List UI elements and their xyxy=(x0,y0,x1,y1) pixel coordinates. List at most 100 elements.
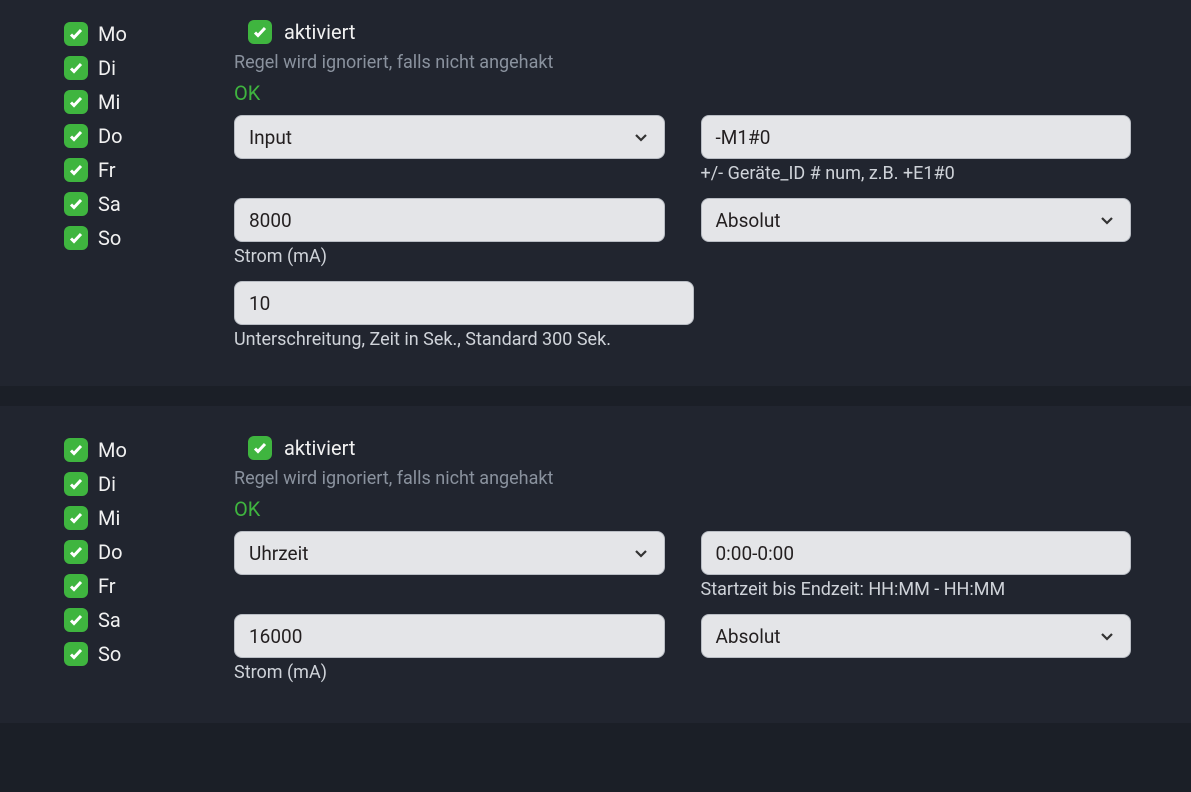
day-fr: Fr xyxy=(64,574,194,598)
day-mi: Mi xyxy=(64,506,194,530)
param-input[interactable]: 0:00-0:00 xyxy=(701,531,1132,575)
checkbox-mi[interactable] xyxy=(64,506,88,530)
check-icon xyxy=(68,26,84,42)
rule-card: Mo Di Mi Do Fr xyxy=(0,0,1191,386)
day-label: Di xyxy=(98,472,116,496)
check-icon xyxy=(68,510,84,526)
day-label: Mo xyxy=(98,22,127,46)
day-di: Di xyxy=(64,472,194,496)
day-so: So xyxy=(64,642,194,666)
check-icon xyxy=(68,442,84,458)
check-icon xyxy=(68,544,84,560)
day-label: Fr xyxy=(98,574,116,598)
check-icon xyxy=(68,162,84,178)
param-help: Startzeit bis Endzeit: HH:MM - HH:MM xyxy=(701,579,1132,600)
spacer xyxy=(234,163,665,184)
check-icon xyxy=(252,24,268,40)
days-column: Mo Di Mi Do Fr xyxy=(64,436,194,697)
rule-card: Mo Di Mi Do Fr xyxy=(0,406,1191,723)
day-label: Do xyxy=(98,124,123,148)
divider xyxy=(0,386,1191,406)
day-label: Fr xyxy=(98,158,116,182)
checkbox-so[interactable] xyxy=(64,642,88,666)
check-icon xyxy=(68,646,84,662)
day-label: So xyxy=(98,642,121,666)
day-label: Mo xyxy=(98,438,127,462)
active-help: Regel wird ignoriert, falls nicht angeha… xyxy=(234,468,1131,489)
current-value: 8000 xyxy=(249,209,292,232)
timeout-input[interactable]: 10 xyxy=(234,281,694,325)
status-text: OK xyxy=(234,497,1131,521)
mode-select-value: Absolut xyxy=(716,209,781,232)
type-select[interactable]: Input xyxy=(234,115,665,159)
active-row: aktiviert xyxy=(248,436,1131,460)
param-input[interactable]: -M1#0 xyxy=(701,115,1132,159)
chevron-down-icon xyxy=(1098,627,1116,645)
param-value: -M1#0 xyxy=(716,126,771,149)
check-icon xyxy=(68,128,84,144)
active-label: aktiviert xyxy=(284,20,355,44)
type-select-value: Input xyxy=(249,126,292,149)
current-input[interactable]: 16000 xyxy=(234,614,665,658)
spacer xyxy=(234,579,665,600)
type-select-value: Uhrzeit xyxy=(249,542,308,565)
day-sa: Sa xyxy=(64,192,194,216)
current-label: Strom (mA) xyxy=(234,246,665,267)
fields-column: aktiviert Regel wird ignoriert, falls ni… xyxy=(234,436,1131,697)
day-label: So xyxy=(98,226,121,250)
fields-column: aktiviert Regel wird ignoriert, falls ni… xyxy=(234,20,1131,360)
check-icon xyxy=(68,196,84,212)
day-label: Mi xyxy=(98,506,120,530)
day-fr: Fr xyxy=(64,158,194,182)
day-label: Di xyxy=(98,56,116,80)
day-so: So xyxy=(64,226,194,250)
chevron-down-icon xyxy=(632,544,650,562)
day-label: Sa xyxy=(98,608,121,632)
checkbox-sa[interactable] xyxy=(64,608,88,632)
day-mo: Mo xyxy=(64,22,194,46)
check-icon xyxy=(252,440,268,456)
days-column: Mo Di Mi Do Fr xyxy=(64,20,194,360)
chevron-down-icon xyxy=(632,128,650,146)
day-di: Di xyxy=(64,56,194,80)
checkbox-mo[interactable] xyxy=(64,438,88,462)
checkbox-active[interactable] xyxy=(248,436,272,460)
mode-select-value: Absolut xyxy=(716,625,781,648)
day-label: Sa xyxy=(98,192,121,216)
chevron-down-icon xyxy=(1098,211,1116,229)
current-value: 16000 xyxy=(249,625,302,648)
day-mo: Mo xyxy=(64,438,194,462)
day-do: Do xyxy=(64,124,194,148)
day-do: Do xyxy=(64,540,194,564)
checkbox-sa[interactable] xyxy=(64,192,88,216)
active-row: aktiviert xyxy=(248,20,1131,44)
checkbox-active[interactable] xyxy=(248,20,272,44)
day-label: Do xyxy=(98,540,123,564)
check-icon xyxy=(68,578,84,594)
current-input[interactable]: 8000 xyxy=(234,198,665,242)
checkbox-do[interactable] xyxy=(64,540,88,564)
checkbox-do[interactable] xyxy=(64,124,88,148)
checkbox-di[interactable] xyxy=(64,472,88,496)
checkbox-fr[interactable] xyxy=(64,158,88,182)
check-icon xyxy=(68,476,84,492)
current-label: Strom (mA) xyxy=(234,662,665,683)
active-help: Regel wird ignoriert, falls nicht angeha… xyxy=(234,52,1131,73)
day-sa: Sa xyxy=(64,608,194,632)
type-select[interactable]: Uhrzeit xyxy=(234,531,665,575)
day-mi: Mi xyxy=(64,90,194,114)
checkbox-fr[interactable] xyxy=(64,574,88,598)
checkbox-mi[interactable] xyxy=(64,90,88,114)
check-icon xyxy=(68,612,84,628)
status-text: OK xyxy=(234,81,1131,105)
mode-select[interactable]: Absolut xyxy=(701,614,1132,658)
checkbox-di[interactable] xyxy=(64,56,88,80)
checkbox-mo[interactable] xyxy=(64,22,88,46)
check-icon xyxy=(68,60,84,76)
param-value: 0:00-0:00 xyxy=(716,542,795,565)
param-help: +/- Geräte_ID # num, z.B. +E1#0 xyxy=(701,163,1132,184)
checkbox-so[interactable] xyxy=(64,226,88,250)
check-icon xyxy=(68,230,84,246)
day-label: Mi xyxy=(98,90,120,114)
mode-select[interactable]: Absolut xyxy=(701,198,1132,242)
